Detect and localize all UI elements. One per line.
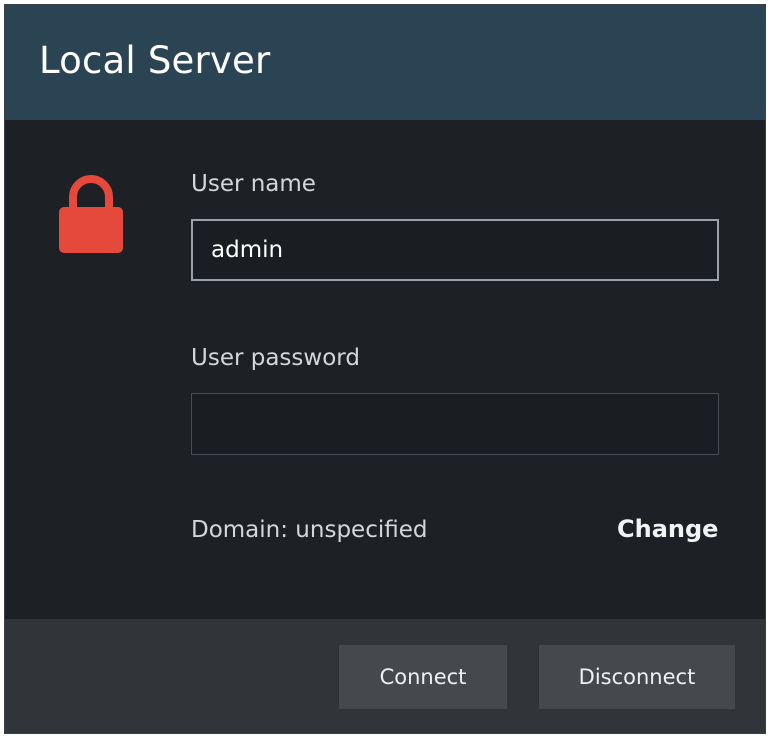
lock-icon (59, 175, 123, 253)
password-input[interactable] (191, 393, 719, 455)
dialog-title: Local Server (39, 39, 271, 82)
login-dialog: Local Server User name User password Dom… (4, 4, 766, 734)
change-domain-link[interactable]: Change (617, 515, 718, 543)
connect-button[interactable]: Connect (339, 645, 507, 709)
disconnect-button[interactable]: Disconnect (539, 645, 735, 709)
username-input[interactable] (191, 219, 719, 281)
password-label: User password (191, 345, 360, 371)
username-label: User name (191, 171, 316, 197)
dialog-footer: Connect Disconnect (5, 619, 765, 733)
domain-status-text: Domain: unspecified (191, 517, 428, 543)
dialog-titlebar: Local Server (5, 5, 765, 120)
